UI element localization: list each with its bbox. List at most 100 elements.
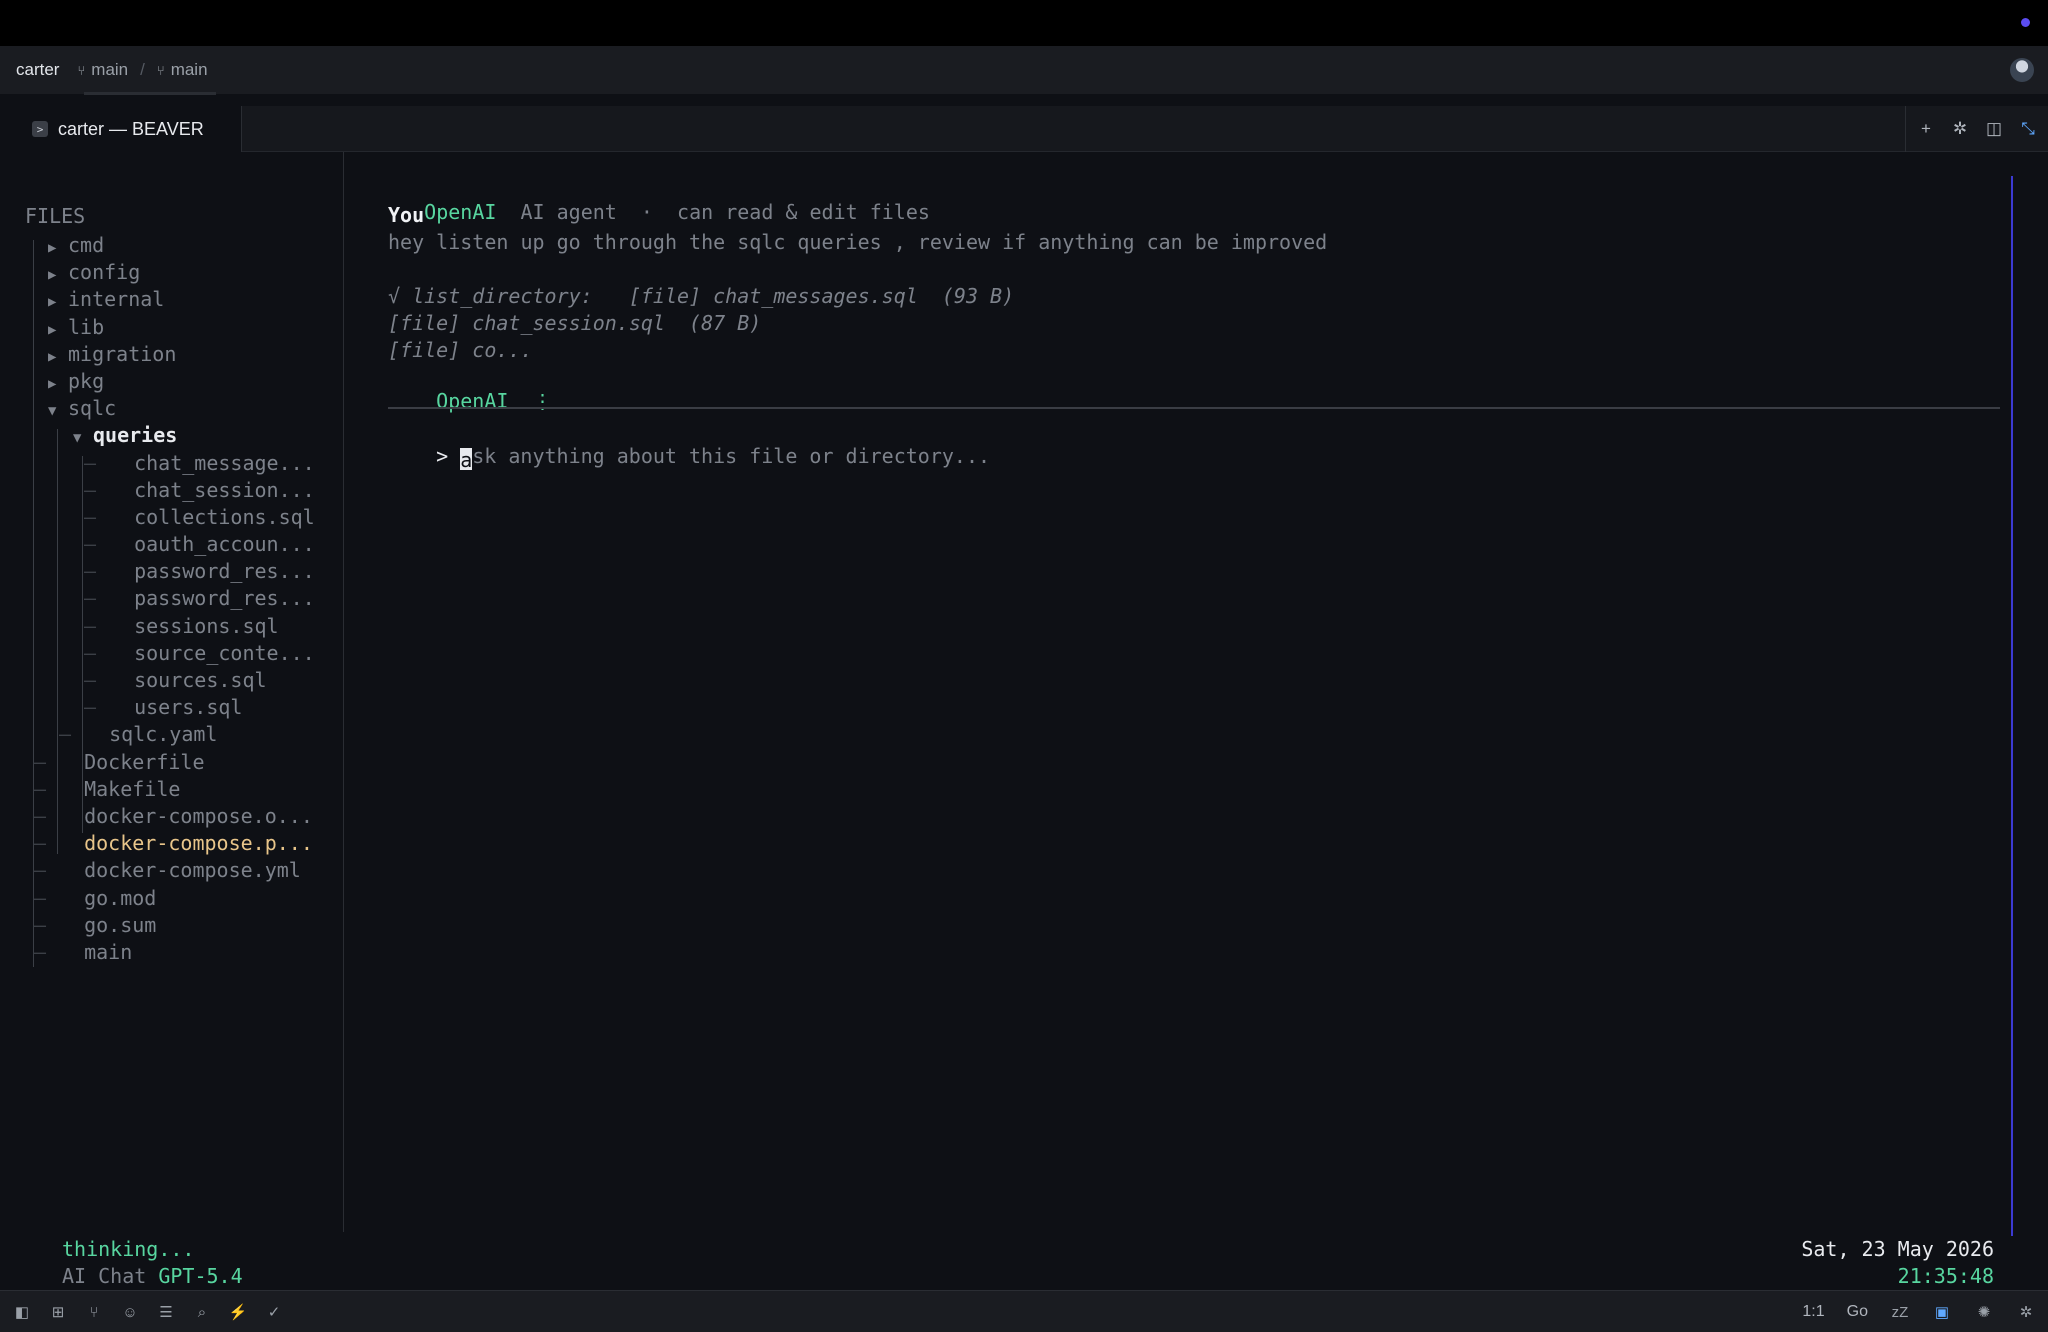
sleep-icon[interactable]: zZ [1890,1302,1910,1322]
sparkle-icon[interactable]: ✲ [1950,119,1970,139]
tree-item-file[interactable]: — Dockerfile [0,749,344,776]
chevron-down-icon: ▼ [73,430,82,447]
tree-guide: — [84,477,109,502]
tree-item-config[interactable]: ▶ config [0,259,344,286]
tree-item-label: oauth_accoun... [134,532,315,557]
tree-item-file[interactable]: — password_res... [0,585,344,612]
lightning-icon[interactable]: ⚡ [228,1302,248,1322]
git-branch-icon[interactable]: ⑂ [84,1302,104,1322]
tree-item-label: cmd [68,233,105,257]
tree-item-label: config [68,260,141,285]
tree-item-file[interactable]: — sources.sql [0,667,344,694]
tree-item-label: source_conte... [134,640,315,665]
loading-dots-icon: ⋮ [532,389,553,413]
chevron-right-icon: ▶ [48,321,57,338]
tree-item-file[interactable]: — collections.sql [0,504,344,531]
breadcrumb-underline [84,92,216,95]
tree-item-label: chat_session... [134,477,315,502]
tree-guide: — [84,450,109,475]
tree-item-file[interactable]: — source_conte... [0,640,344,667]
date-display: Sat, 23 May 2026 [1801,1237,1994,1261]
model-name[interactable]: GPT-5.4 [158,1264,242,1288]
input-divider [388,407,2000,409]
tree-item-label: sources.sql [134,668,267,692]
tree-item-file[interactable]: — oauth_accoun... [0,531,344,558]
tree-item-file[interactable]: — chat_message... [0,450,344,477]
tool-call-line: [file] co... [388,338,533,362]
list-icon[interactable]: ☰ [156,1302,176,1322]
collapse-icon[interactable]: ⤡ [2018,119,2038,139]
terminal-icon: > [32,121,48,137]
tree-item-file[interactable]: — Makefile [0,776,344,803]
chevron-right-icon: ▶ [48,375,57,392]
tree-guide: — [34,858,59,883]
tree-guide: — [34,776,59,801]
tree-item-label: chat_message... [134,450,315,475]
notification-dot-icon [2021,18,2030,27]
chat-panel: OpenAI AI agent · can read & edit files … [344,152,2048,1236]
tool-call-line: √ list_directory: [file] chat_messages.s… [388,284,1015,308]
tree-item-file[interactable]: — go.mod [0,885,344,912]
input-placeholder: sk anything about this file or directory… [472,444,991,468]
tab-terminal[interactable]: > carter — BEAVER [0,106,242,152]
check-icon[interactable]: ✓ [264,1302,284,1322]
file-explorer: FILES ▶ cmd ▶ config ▶ internal ▶ lib ▶ migra… [0,152,344,1232]
tree-item-sqlc[interactable]: ▼ sqlc [0,395,344,422]
chat-input[interactable]: > ask anything about this file or direct… [388,420,990,494]
tree-item-label: main [84,939,133,964]
tree-item-file[interactable]: — sessions.sql [0,613,344,640]
chevron-right-icon: ▶ [48,240,57,256]
tree-guide: — [84,532,109,557]
tree-item-label: queries [93,423,178,448]
tree-item-file[interactable]: — users.sql [0,694,344,721]
tree-item-migration[interactable]: ▶ migration [0,341,344,368]
tree-item-label: go.sum [84,912,157,937]
tree-guide: — [84,695,109,720]
tree-item-label: collections.sql [134,504,315,529]
text-cursor: a [460,448,473,472]
tree-item-label: pkg [68,368,105,393]
tree-item-file[interactable]: — password_res... [0,558,344,585]
tree-guide: — [84,640,109,665]
file-tree-icon[interactable]: ⊞ [48,1302,68,1322]
sparkle-icon[interactable]: ✲ [2016,1302,2036,1322]
thinking-status: thinking... [62,1237,195,1261]
tree-guide: — [34,803,59,828]
tree-guide: — [84,586,109,611]
breadcrumb-branch-1[interactable]: ⑂ main [77,60,128,80]
tree-guide: — [34,885,59,910]
language-indicator[interactable]: Go [1847,1303,1868,1321]
tree-item-file[interactable]: — main [0,939,344,966]
search-icon[interactable]: ⌕ [192,1302,212,1322]
tree-item-lib[interactable]: ▶ lib [0,314,344,341]
tree-item-file[interactable]: — chat_session... [0,477,344,504]
chat-mode-status: AI Chat GPT-5.4 [62,1264,243,1288]
breadcrumb-branch-2[interactable]: ⑂ main [157,60,208,80]
users-icon[interactable]: ☺ [120,1302,140,1322]
tree-item-label: sessions.sql [134,613,279,638]
tree-item-file[interactable]: — docker-compose.yml [0,857,344,884]
tree-item-file-selected[interactable]: — docker-compose.p... [0,830,344,857]
tree-item-label: sqlc.yaml [109,722,218,747]
tree-item-file[interactable]: — docker-compose.o... [0,803,344,830]
ratio-indicator[interactable]: 1:1 [1802,1303,1824,1321]
plus-icon[interactable]: + [1916,119,1936,139]
tree-item-queries[interactable]: ▼ queries [0,422,344,449]
split-pane-icon[interactable]: ◫ [1984,119,2004,139]
breadcrumb: carter ⑂ main / ⑂ main [0,46,2048,94]
tree-item-cmd[interactable]: ▶ cmd [0,232,344,259]
tree-item-label: lib [68,314,105,339]
terminal-icon[interactable]: ▣ [1932,1302,1952,1322]
tree-item-file[interactable]: — go.sum [0,912,344,939]
sidebar-toggle-icon[interactable]: ◧ [12,1302,32,1322]
tree-item-internal[interactable]: ▶ internal [0,286,344,313]
breadcrumb-user[interactable]: carter [16,60,59,80]
chevron-right-icon: ▶ [48,267,57,284]
avatar[interactable] [2010,58,2034,82]
tree-item-pkg[interactable]: ▶ pkg [0,368,344,395]
bug-icon[interactable]: ✺ [1974,1302,1994,1322]
tree-guide: — [59,722,84,747]
bottom-toolbar: ◧ ⊞ ⑂ ☺ ☰ ⌕ ⚡ ✓ 1:1 Go zZ ▣ ✺ ✲ [0,1290,2048,1332]
tree-item-file[interactable]: — sqlc.yaml [0,721,344,748]
tree-guide: — [84,613,109,638]
